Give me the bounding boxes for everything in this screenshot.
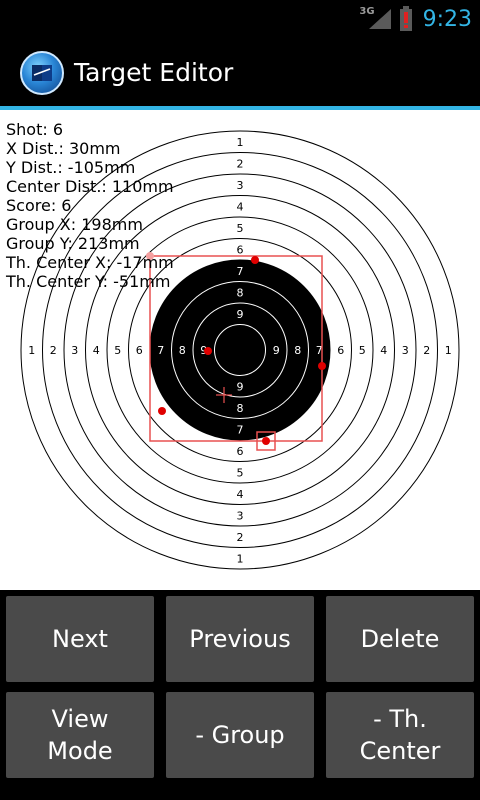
shot-marker-selected[interactable] (262, 437, 270, 445)
ring-label: 1 (237, 136, 244, 149)
group-button[interactable]: - Group (166, 692, 314, 778)
th-center-x: Th. Center X: -17mm (6, 253, 174, 272)
ring-label: 5 (237, 466, 244, 479)
ring-label: 2 (237, 531, 244, 544)
shot-marker[interactable] (251, 256, 259, 264)
th-center-button[interactable]: - Th. Center (326, 692, 474, 778)
shot-info-panel: Shot: 6 X Dist.: 30mm Y Dist.: -105mm Ce… (6, 120, 174, 291)
th-center-y: Th. Center Y: -51mm (6, 272, 171, 291)
ring-label: 8 (294, 344, 301, 357)
ring-label: 8 (237, 286, 244, 299)
ring-label: 1 (237, 552, 244, 565)
ring-label: 3 (71, 344, 78, 357)
ring-label: 4 (237, 200, 244, 213)
delete-button[interactable]: Delete (326, 596, 474, 682)
button-panel: Next Previous Delete View Mode - Group -… (0, 590, 480, 800)
ring-label: 6 (237, 445, 244, 458)
ring-label: 5 (359, 344, 366, 357)
next-button[interactable]: Next (6, 596, 154, 682)
shot-marker[interactable] (158, 407, 166, 415)
shot-marker[interactable] (318, 362, 326, 370)
th-center-label-line2: Center (359, 737, 441, 765)
ring-label: 8 (237, 402, 244, 415)
status-icons: 3G 9:23 (345, 4, 472, 34)
target-app-icon[interactable] (20, 51, 64, 95)
ring-label: 7 (157, 344, 164, 357)
next-button-label: Next (52, 625, 108, 653)
previous-button[interactable]: Previous (166, 596, 314, 682)
delete-button-label: Delete (360, 625, 440, 653)
ring-label: 4 (93, 344, 100, 357)
view-mode-label-line2: Mode (47, 737, 113, 765)
ring-label: 1 (445, 344, 452, 357)
view-mode-button[interactable]: View Mode (6, 692, 154, 778)
ring-label: 9 (237, 380, 244, 393)
group-x: Group X: 198mm (6, 215, 143, 234)
x-distance: X Dist.: 30mm (6, 139, 121, 158)
ring-label: 7 (237, 423, 244, 436)
score: Score: 6 (6, 196, 72, 215)
ring-label: 3 (237, 509, 244, 522)
status-bar: 3G 9:23 (0, 0, 480, 38)
battery-low-icon (399, 6, 412, 31)
group-y: Group Y: 213mm (6, 234, 140, 253)
ring-label: 6 (136, 344, 143, 357)
clock: 9:23 (422, 6, 472, 32)
previous-button-label: Previous (189, 625, 291, 653)
ring-label: 4 (380, 344, 387, 357)
ring-label: 5 (114, 344, 121, 357)
ring-label: 6 (337, 344, 344, 357)
target-canvas[interactable]: 111122223333444455556666777788889999 Sho… (0, 110, 480, 590)
ring-label: 2 (423, 344, 430, 357)
group-button-label: - Group (195, 721, 285, 749)
center-distance: Center Dist.: 110mm (6, 177, 174, 196)
ring-label: 7 (237, 265, 244, 278)
ring-label: 5 (237, 222, 244, 235)
app-title: Target Editor (74, 58, 234, 87)
th-center-label-line1: - Th. (373, 705, 427, 733)
shot-number: Shot: 6 (6, 120, 64, 139)
shot-marker[interactable] (204, 347, 212, 355)
ring-label: 9 (237, 308, 244, 321)
ring-label: 9 (273, 344, 280, 357)
action-bar: Target Editor (0, 38, 480, 106)
ring-label: 3 (402, 344, 409, 357)
ring-label: 8 (179, 344, 186, 357)
ring-label: 2 (237, 157, 244, 170)
ring-label: 4 (237, 488, 244, 501)
view-mode-label-line1: View (51, 705, 109, 733)
ring-label: 3 (237, 179, 244, 192)
network-type-label: 3G (359, 5, 375, 17)
book-icon (32, 65, 52, 81)
y-distance: Y Dist.: -105mm (6, 158, 136, 177)
ring-label: 6 (237, 243, 244, 256)
ring-label: 1 (28, 344, 35, 357)
ring-label: 2 (50, 344, 57, 357)
